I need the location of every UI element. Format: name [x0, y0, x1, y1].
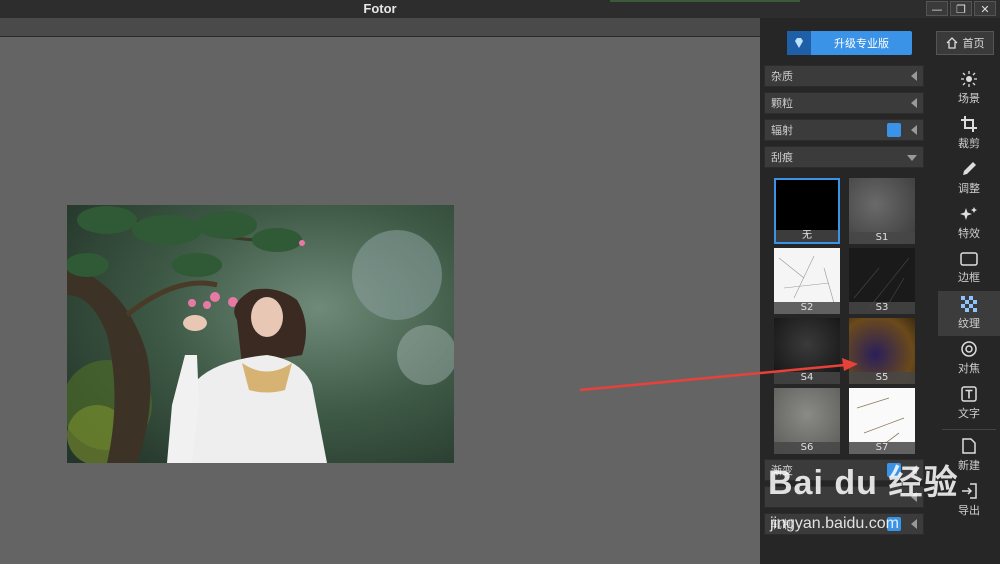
- pro-diamond-icon: [887, 123, 901, 137]
- tool-label: 边框: [958, 271, 980, 284]
- category-label: 辐射: [771, 124, 793, 137]
- tool-label: 裁剪: [958, 137, 980, 150]
- texture-thumb-s3[interactable]: S3: [849, 248, 915, 314]
- canvas-toolbar: [0, 18, 760, 37]
- thumb-label: S4: [774, 372, 840, 384]
- category-label: 颗粒: [771, 97, 793, 110]
- expand-arrow-icon: [907, 155, 917, 161]
- crop-icon: [961, 116, 977, 132]
- texture-category-list: 杂质 颗粒 辐射 刮痕: [764, 65, 924, 173]
- maximize-button[interactable]: ❐: [950, 1, 972, 16]
- sun-icon: [961, 71, 977, 87]
- home-icon: [946, 37, 957, 49]
- thumb-label: S5: [849, 372, 915, 384]
- tool-label: 新建: [958, 459, 980, 472]
- texture-thumb-s4[interactable]: S4: [774, 318, 840, 384]
- focus-icon: [961, 341, 977, 357]
- minimize-button[interactable]: —: [926, 1, 948, 16]
- texture-thumb-s5[interactable]: S5: [849, 318, 915, 384]
- window-title: Fotor: [363, 1, 397, 16]
- thumb-label: 无: [776, 230, 838, 242]
- category-scratch[interactable]: 刮痕: [764, 146, 924, 168]
- watermark-brand: Bai du 经验: [768, 464, 959, 502]
- texture-thumb-s7[interactable]: S7: [849, 388, 915, 454]
- tool-label: 特效: [958, 227, 980, 240]
- texture-thumb-none[interactable]: 无: [774, 178, 840, 244]
- tool-label: 对焦: [958, 362, 980, 375]
- tool-crop[interactable]: 裁剪: [938, 111, 1000, 156]
- pencil-icon: [963, 162, 976, 175]
- text-icon: [961, 386, 977, 402]
- new-file-icon: [962, 438, 976, 454]
- window-controls: — ❐ ✕: [926, 1, 996, 16]
- title-bar: Fotor — ❐ ✕: [0, 0, 1000, 18]
- thumb-label: S3: [849, 302, 915, 314]
- collapse-arrow-icon: [911, 98, 917, 108]
- tool-label: 调整: [958, 182, 980, 195]
- watermark-url: jingyan.baidu.com: [770, 515, 899, 532]
- tool-label: 导出: [958, 504, 980, 517]
- diamond-icon: [787, 31, 811, 55]
- texture-thumb-s2[interactable]: S2: [774, 248, 840, 314]
- thumb-label: S1: [849, 232, 915, 244]
- tool-frame[interactable]: 边框: [938, 246, 1000, 291]
- tool-scene[interactable]: 场景: [938, 66, 1000, 111]
- thumb-label: S6: [774, 442, 840, 454]
- export-icon: [962, 483, 977, 499]
- photo-preview[interactable]: [67, 205, 454, 463]
- category-impurity[interactable]: 杂质: [764, 65, 924, 87]
- tool-texture[interactable]: 纹理: [938, 291, 1000, 336]
- category-label: 刮痕: [771, 151, 793, 164]
- close-button[interactable]: ✕: [974, 1, 996, 16]
- upgrade-label: 升级专业版: [834, 37, 889, 50]
- tool-label: 文字: [958, 407, 980, 420]
- tool-adjust[interactable]: 调整: [938, 156, 1000, 201]
- texture-thumb-s6[interactable]: S6: [774, 388, 840, 454]
- collapse-arrow-icon: [911, 519, 917, 529]
- tool-label: 纹理: [958, 317, 980, 330]
- home-label: 首页: [962, 37, 985, 50]
- collapse-arrow-icon: [911, 125, 917, 135]
- tool-effects[interactable]: 特效: [938, 201, 1000, 246]
- tool-text[interactable]: 文字: [938, 381, 1000, 426]
- thumb-label: S2: [774, 302, 840, 314]
- frame-icon: [960, 252, 978, 266]
- upgrade-pro-button[interactable]: 升级专业版: [787, 31, 912, 55]
- category-label: 杂质: [771, 70, 793, 83]
- sparkle-icon: [960, 207, 977, 220]
- tool-divider: [942, 429, 996, 430]
- texture-thumb-s1[interactable]: S1: [849, 178, 915, 244]
- tool-focus[interactable]: 对焦: [938, 336, 1000, 381]
- category-grain[interactable]: 颗粒: [764, 92, 924, 114]
- thumb-label: S7: [849, 442, 915, 454]
- home-button[interactable]: 首页: [936, 31, 994, 55]
- category-radiation[interactable]: 辐射: [764, 119, 924, 141]
- collapse-arrow-icon: [911, 71, 917, 81]
- texture-icon: [961, 296, 977, 312]
- tool-label: 场景: [958, 92, 980, 105]
